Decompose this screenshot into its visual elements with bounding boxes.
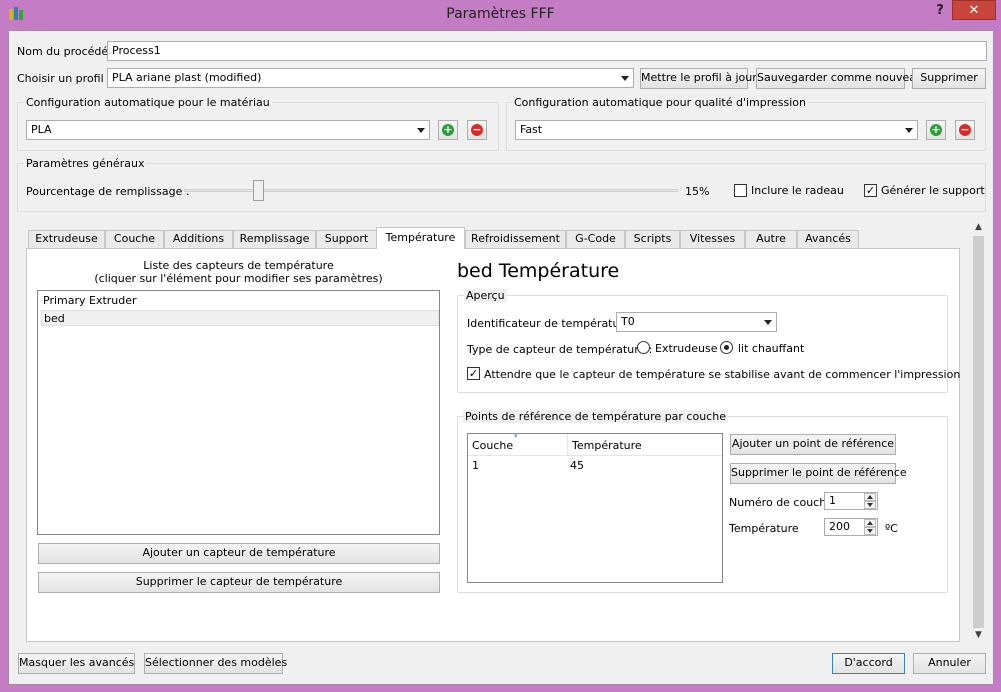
remove-sensor-button[interactable]: Supprimer le capteur de température [38, 572, 440, 593]
setpoints-title: Points de référence de température par c… [463, 410, 728, 423]
add-quality-button[interactable]: + [926, 120, 946, 140]
tab-additions[interactable]: Additions [164, 230, 233, 248]
save-as-new-button[interactable]: Sauvegarder comme nouveau [756, 68, 923, 89]
material-select-value: PLA [31, 123, 52, 136]
profile-select[interactable]: PLA ariane plast (modified) [107, 68, 634, 88]
sort-indicator-icon: ▾ [514, 432, 518, 440]
add-sensor-button[interactable]: Ajouter un capteur de température [38, 543, 440, 564]
column-header-layer[interactable]: Couche [472, 439, 513, 452]
layer-number-stepper[interactable]: 1 [824, 492, 878, 510]
profile-select-value: PLA ariane plast (modified) [112, 71, 262, 84]
scroll-up-icon[interactable]: ▲ [973, 222, 984, 234]
remove-material-button[interactable]: − [467, 120, 487, 140]
stepper-down-icon[interactable] [864, 501, 876, 509]
profile-label: Choisir un profil : [17, 72, 111, 85]
identifier-select[interactable]: T0 [616, 312, 777, 332]
chevron-down-icon [764, 320, 772, 325]
chevron-down-icon [621, 76, 629, 81]
tab-vitesses[interactable]: Vitesses [680, 230, 745, 248]
type-extruder-radio[interactable] [637, 341, 650, 354]
tab-support[interactable]: Support [316, 230, 377, 248]
remove-setpoint-button[interactable]: Supprimer le point de référence [730, 463, 907, 484]
cancel-button[interactable]: Annuler [913, 653, 986, 674]
stepper-down-icon[interactable] [864, 527, 876, 535]
identifier-select-value: T0 [621, 315, 635, 328]
scroll-down-icon[interactable]: ▼ [973, 630, 984, 642]
hide-advanced-button[interactable]: Masquer les avancés [18, 653, 135, 674]
identifier-label: Identificateur de température [467, 317, 631, 330]
tab-extrudeuse[interactable]: Extrudeuse [28, 230, 105, 248]
minus-icon: − [471, 123, 483, 136]
overview-title: Aperçu [464, 289, 507, 302]
sensor-list-title: Liste des capteurs de température [143, 259, 334, 272]
raft-label: Inclure le radeau [751, 184, 844, 197]
sensor-list[interactable]: Primary Extruder bed [37, 290, 440, 535]
update-profile-button[interactable]: Mettre le profil à jour [640, 68, 757, 89]
quality-auto-title: Configuration automatique pour qualité d… [512, 96, 809, 109]
remove-quality-button[interactable]: − [955, 120, 975, 140]
quality-select[interactable]: Fast [515, 120, 918, 140]
type-bed-label: lit chauffant [738, 342, 805, 355]
general-settings-title: Paramètres généraux [24, 157, 147, 170]
tab-autre[interactable]: Autre [745, 230, 797, 248]
chevron-down-icon [905, 128, 913, 133]
chevron-down-icon [417, 128, 425, 133]
wait-stabilize-checkbox[interactable]: ✓ [467, 367, 480, 380]
table-row[interactable]: 1 45 [468, 458, 722, 475]
temperature-label: Température [729, 522, 799, 535]
support-label: Générer le support [881, 184, 985, 197]
list-item[interactable]: Primary Extruder [41, 293, 439, 309]
raft-checkbox[interactable] [734, 184, 747, 197]
select-models-button[interactable]: Sélectionner des modèles [144, 653, 287, 674]
tab-remplissage[interactable]: Remplissage [233, 230, 316, 248]
table-header: Couche Température ▾ [468, 432, 722, 456]
infill-label: Pourcentage de remplissage : [26, 185, 190, 198]
row-layer: 1 [472, 459, 479, 472]
setpoints-table[interactable]: Couche Température ▾ 1 45 [467, 432, 723, 583]
temperature-stepper[interactable]: 200 [824, 518, 878, 536]
infill-slider-handle[interactable] [253, 180, 265, 201]
infill-value: 15% [685, 185, 710, 198]
add-setpoint-button[interactable]: Ajouter un point de référence [730, 434, 896, 455]
stepper-up-icon[interactable] [864, 493, 876, 501]
plus-icon: + [930, 123, 942, 136]
sensor-list-hint: (cliquer sur l'élément pour modifier ses… [94, 272, 383, 285]
sensor-heading: bed Température [457, 260, 620, 282]
material-auto-title: Configuration automatique pour le matéri… [24, 96, 272, 109]
tab-refroidissement[interactable]: Refroidissement [465, 230, 566, 248]
row-temperature: 45 [570, 459, 584, 472]
process-name-label: Nom du procédé : [17, 45, 116, 58]
sensor-type-label: Type de capteur de température : [467, 343, 653, 356]
add-material-button[interactable]: + [438, 120, 458, 140]
column-header-temperature[interactable]: Température [572, 439, 642, 452]
tab-couche[interactable]: Couche [105, 230, 164, 248]
process-name-input[interactable]: Process1 [107, 41, 987, 61]
tab-gcode[interactable]: G-Code [566, 230, 625, 248]
temperature-unit: ºC [885, 522, 898, 535]
scrollbar-thumb[interactable] [973, 236, 984, 628]
tab-scripts[interactable]: Scripts [625, 230, 680, 248]
layer-number-label: Numéro de couche [729, 496, 833, 509]
temperature-value: 200 [829, 520, 850, 533]
window-title: Paramètres FFF [446, 6, 555, 22]
quality-select-value: Fast [520, 123, 543, 136]
layer-number-value: 1 [829, 494, 836, 507]
wait-stabilize-label: Attendre que le capteur de température s… [484, 368, 961, 381]
material-select[interactable]: PLA [26, 120, 430, 140]
help-button[interactable]: ? [930, 2, 950, 22]
type-bed-radio[interactable] [720, 341, 733, 354]
plus-icon: + [442, 123, 454, 136]
list-item[interactable]: bed [41, 310, 439, 326]
tab-temperature[interactable]: Température [376, 227, 465, 249]
column-divider [567, 434, 568, 456]
support-checkbox[interactable]: ✓ [864, 184, 877, 197]
type-extruder-label: Extrudeuse [655, 342, 718, 355]
ok-button[interactable]: D'accord [832, 653, 905, 674]
delete-profile-button[interactable]: Supprimer [912, 68, 986, 89]
close-button[interactable]: ✕ [952, 0, 996, 20]
minus-icon: − [959, 123, 971, 136]
stepper-up-icon[interactable] [864, 519, 876, 527]
tab-avances[interactable]: Avancés [797, 230, 859, 248]
